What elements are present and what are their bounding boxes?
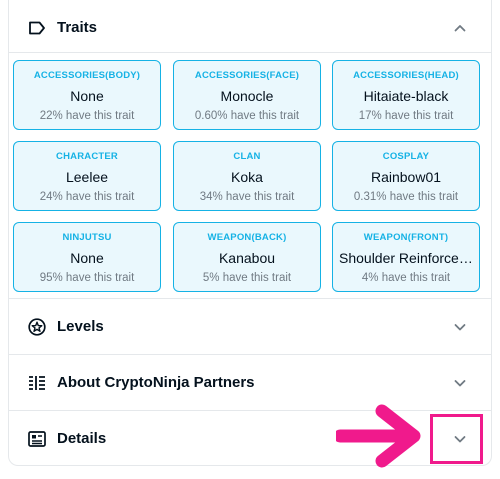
trait-rarity: 22% have this trait xyxy=(39,110,135,122)
levels-title: Levels xyxy=(57,318,104,335)
list-icon xyxy=(27,373,47,393)
trait-card[interactable]: WEAPON(BACK) Kanabou 5% have this trait xyxy=(173,222,321,292)
chevron-down-icon[interactable] xyxy=(453,376,467,390)
trait-type: WEAPON(BACK) xyxy=(207,232,287,243)
trait-type: ACCESSORIES(HEAD) xyxy=(353,70,459,81)
annotation-highlight-box xyxy=(430,414,483,464)
about-section-header[interactable]: About CryptoNinja Partners xyxy=(9,355,491,410)
levels-section-header[interactable]: Levels xyxy=(9,299,491,354)
tag-icon xyxy=(27,18,47,38)
trait-card[interactable]: NINJUTSU None 95% have this trait xyxy=(13,222,161,292)
item-properties-panel: Traits ACCESSORIES(BODY) None 22% have t… xyxy=(8,0,492,466)
trait-value: None xyxy=(70,88,104,104)
traits-grid: ACCESSORIES(BODY) None 22% have this tra… xyxy=(13,60,481,296)
trait-rarity: 95% have this trait xyxy=(39,272,135,284)
trait-value: Koka xyxy=(231,169,263,185)
trait-type: WEAPON(FRONT) xyxy=(363,232,449,243)
trait-value: Hitaiate-black xyxy=(363,88,449,104)
trait-type: NINJUTSU xyxy=(62,232,112,243)
trait-type: CLAN xyxy=(233,151,261,162)
details-card-icon xyxy=(27,429,47,449)
chevron-down-icon[interactable] xyxy=(453,320,467,334)
divider xyxy=(9,52,491,53)
chevron-up-icon[interactable] xyxy=(453,21,467,35)
trait-card[interactable]: ACCESSORIES(FACE) Monocle 0.60% have thi… xyxy=(173,60,321,130)
about-title: About CryptoNinja Partners xyxy=(57,374,255,391)
trait-value: Monocle xyxy=(220,88,274,104)
trait-rarity: 34% have this trait xyxy=(199,191,295,203)
annotation-arrow-icon xyxy=(336,404,421,468)
trait-value: None xyxy=(70,250,104,266)
trait-card[interactable]: ACCESSORIES(HEAD) Hitaiate-black 17% hav… xyxy=(332,60,480,130)
trait-value: Rainbow01 xyxy=(370,169,442,185)
trait-rarity: 0.31% have this trait xyxy=(353,191,459,203)
trait-card[interactable]: ACCESSORIES(BODY) None 22% have this tra… xyxy=(13,60,161,130)
trait-value: Shoulder Reinforcement xyxy=(339,250,473,266)
trait-value: Leelee xyxy=(65,169,109,185)
trait-card[interactable]: WEAPON(FRONT) Shoulder Reinforcement 4% … xyxy=(332,222,480,292)
trait-type: ACCESSORIES(FACE) xyxy=(194,70,300,81)
trait-type: CHARACTER xyxy=(56,151,118,162)
trait-rarity: 4% have this trait xyxy=(361,272,451,284)
trait-type: COSPLAY xyxy=(382,151,430,162)
trait-rarity: 0.60% have this trait xyxy=(194,110,300,122)
trait-rarity: 17% have this trait xyxy=(358,110,454,122)
trait-type: ACCESSORIES(BODY) xyxy=(33,70,141,81)
trait-rarity: 5% have this trait xyxy=(202,272,292,284)
trait-card[interactable]: COSPLAY Rainbow01 0.31% have this trait xyxy=(332,141,480,211)
trait-value: Kanabou xyxy=(218,250,276,266)
traits-section-header[interactable]: Traits xyxy=(9,0,491,55)
traits-title: Traits xyxy=(57,19,98,36)
trait-card[interactable]: CHARACTER Leelee 24% have this trait xyxy=(13,141,161,211)
details-title: Details xyxy=(57,430,107,447)
trait-rarity: 24% have this trait xyxy=(39,191,135,203)
star-circle-icon xyxy=(27,317,47,337)
trait-card[interactable]: CLAN Koka 34% have this trait xyxy=(173,141,321,211)
